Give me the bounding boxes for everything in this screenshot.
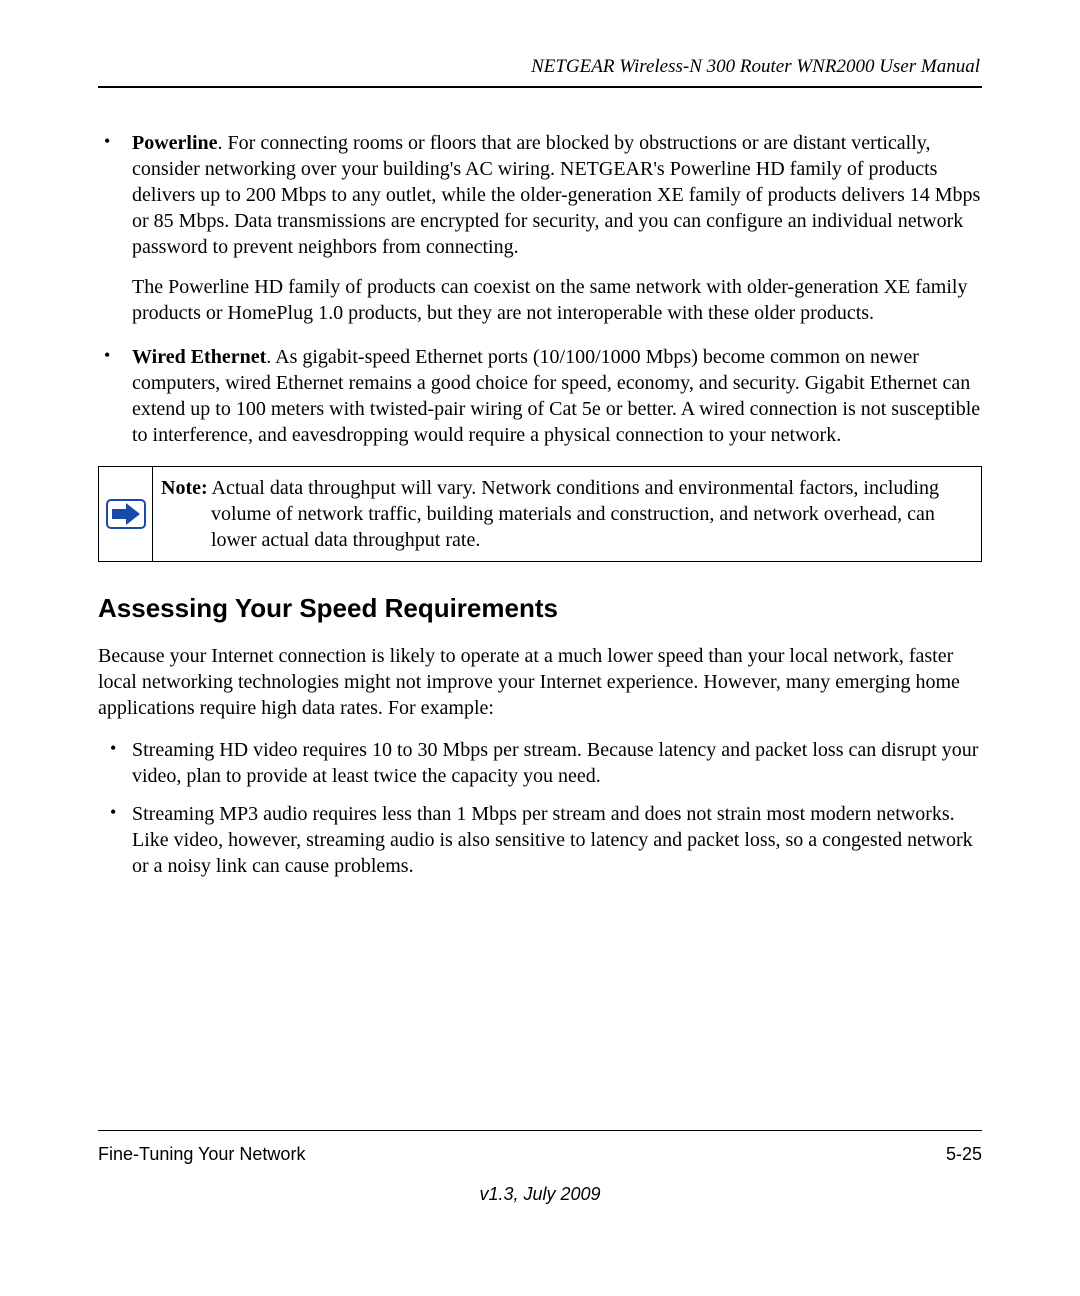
note-box: Note: Actual data throughput will vary. … [98, 466, 982, 562]
lower-bullet-list: Streaming HD video requires 10 to 30 Mbp… [98, 737, 982, 879]
paragraph: Wired Ethernet. As gigabit-speed Etherne… [132, 344, 982, 448]
top-bullet-list: Powerline. For connecting rooms or floor… [98, 130, 982, 448]
note-label: Note: [161, 477, 208, 499]
list-item: Wired Ethernet. As gigabit-speed Etherne… [98, 344, 982, 448]
page: NETGEAR Wireless-N 300 Router WNR2000 Us… [0, 0, 1080, 1296]
header-rule [98, 86, 982, 88]
note-body: Actual data throughput will vary. Networ… [208, 477, 939, 551]
footer-rule [98, 1130, 982, 1131]
arrow-right-icon [106, 499, 146, 529]
footer-line: Fine-Tuning Your Network 5-25 [98, 1143, 982, 1166]
note-text: Note: Actual data throughput will vary. … [153, 467, 981, 561]
list-item: Powerline. For connecting rooms or floor… [98, 130, 982, 326]
footer-version: v1.3, July 2009 [98, 1183, 982, 1206]
paragraph: The Powerline HD family of products can … [132, 274, 982, 326]
list-item: Streaming HD video requires 10 to 30 Mbp… [98, 737, 982, 789]
bullet-lead: Wired Ethernet [132, 346, 266, 368]
page-footer: Fine-Tuning Your Network 5-25 v1.3, July… [98, 1130, 982, 1206]
intro-paragraph: Because your Internet connection is like… [98, 643, 982, 721]
paragraph: Powerline. For connecting rooms or floor… [132, 130, 982, 260]
bullet-text: . For connecting rooms or floors that ar… [132, 132, 980, 258]
footer-page-number: 5-25 [946, 1143, 982, 1166]
bullet-lead: Powerline [132, 132, 218, 154]
running-header: NETGEAR Wireless-N 300 Router WNR2000 Us… [98, 55, 982, 80]
note-icon-cell [99, 467, 153, 561]
footer-section: Fine-Tuning Your Network [98, 1143, 305, 1166]
section-heading: Assessing Your Speed Requirements [98, 592, 982, 626]
list-item: Streaming MP3 audio requires less than 1… [98, 801, 982, 879]
